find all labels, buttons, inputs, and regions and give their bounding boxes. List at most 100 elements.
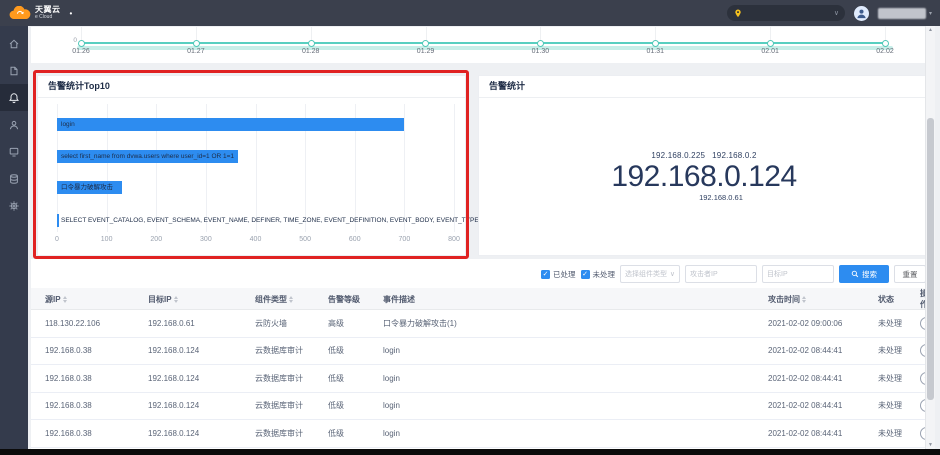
timeline-gridline <box>655 27 656 41</box>
sidebar-item-monitor[interactable] <box>0 138 28 165</box>
sort-icon[interactable] <box>63 296 67 303</box>
table-cell: 192.168.0.38 <box>45 374 148 383</box>
timeline-dot[interactable] <box>652 40 659 47</box>
vertical-scrollbar[interactable]: ▲ ▼ <box>925 26 935 449</box>
table-cell: 低级 <box>328 400 383 411</box>
sidebar-item-settings[interactable] <box>0 192 28 219</box>
sidebar-item-alerts[interactable] <box>0 84 28 111</box>
brand-logo[interactable]: 天翼云 e Cloud • <box>8 6 72 20</box>
table-cell: 2021-02-02 08:44:41 <box>768 374 878 383</box>
component-type-select[interactable]: 选择组件类型 ∨ <box>620 265 680 283</box>
checkbox-label: 未处理 <box>593 269 616 280</box>
table-cell: 2021-02-02 08:44:41 <box>768 346 878 355</box>
alert-stats-panel: 告警统计 192.168.0.225 192.168.0.2 192.168.0… <box>478 75 930 256</box>
sidebar-item-security[interactable] <box>0 111 28 138</box>
sort-icon[interactable] <box>289 296 293 303</box>
monitor-icon <box>8 146 20 158</box>
brand-dot: • <box>70 9 73 18</box>
timeline-origin-label: 0 <box>61 37 77 44</box>
table-row: 192.168.0.38192.168.0.124云数据库审计低级login20… <box>31 365 930 393</box>
timeline-dot[interactable] <box>78 40 85 47</box>
avatar[interactable] <box>854 6 869 21</box>
scroll-down-icon[interactable]: ▼ <box>926 441 935 449</box>
chart-bar-label: select first_name from dvwa.users where … <box>61 150 234 163</box>
checkbox-processed[interactable]: ✓ 已处理 <box>541 269 576 280</box>
wordcloud-item[interactable]: 192.168.0.61 <box>699 194 743 202</box>
wordcloud-item-main[interactable]: 192.168.0.124 <box>611 162 796 192</box>
table-cell: 低级 <box>328 345 383 356</box>
table-cell: 未处理 <box>878 318 920 329</box>
table-cell: 2021-02-02 08:44:41 <box>768 401 878 410</box>
wordcloud-item[interactable]: 192.168.0.2 <box>712 152 756 160</box>
sidebar-item-assets[interactable] <box>0 57 28 84</box>
table-cell: 云数据库审计 <box>255 400 328 411</box>
column-header-label: 状态 <box>878 294 894 305</box>
scroll-up-icon[interactable]: ▲ <box>926 26 935 34</box>
timeline-gridline <box>81 27 82 41</box>
wordcloud-item[interactable]: 192.168.0.225 <box>651 152 705 160</box>
scrollbar-thumb[interactable] <box>927 118 934 400</box>
timeline-dot[interactable] <box>308 40 315 47</box>
sort-icon[interactable] <box>802 296 806 303</box>
checkbox-unprocessed[interactable]: ✓ 未处理 <box>581 269 616 280</box>
chevron-down-icon: ∨ <box>834 10 839 17</box>
table-cell: 未处理 <box>878 400 920 411</box>
x-axis-tick-label: 300 <box>200 236 212 243</box>
column-header[interactable]: 目标IP <box>148 294 255 305</box>
panel-title-stats: 告警统计 <box>479 76 929 98</box>
search-button[interactable]: 搜索 <box>839 265 889 283</box>
chart-bar <box>57 118 404 131</box>
column-header: 告警等级 <box>328 294 383 305</box>
column-header[interactable]: 源IP <box>45 294 148 305</box>
user-menu[interactable]: ▾ <box>878 8 932 19</box>
timeline-dot[interactable] <box>537 40 544 47</box>
panel-title-top10: 告警统计Top10 <box>38 76 465 98</box>
table-cell: 192.168.0.124 <box>148 374 255 383</box>
column-header[interactable]: 组件类型 <box>255 294 328 305</box>
document-icon <box>8 65 20 77</box>
table-cell: 云数据库审计 <box>255 373 328 384</box>
timeline-dot[interactable] <box>882 40 889 47</box>
timeline-dot[interactable] <box>422 40 429 47</box>
table-cell: 192.168.0.38 <box>45 346 148 355</box>
timeline-gridline <box>885 27 886 41</box>
table-cell: 云数据库审计 <box>255 428 328 439</box>
table-cell: 118.130.22.106 <box>45 319 148 328</box>
brand-subtitle: e Cloud <box>35 15 61 20</box>
table-cell: 口令暴力破解攻击(1) <box>383 318 768 329</box>
column-header: 状态 <box>878 294 920 305</box>
table-cell: 未处理 <box>878 373 920 384</box>
table-row: 118.130.22.106192.168.0.61云防火墙高级口令暴力破解攻击… <box>31 310 930 338</box>
chart-bar-label: 口令暴力破解攻击 <box>61 181 113 194</box>
table-row: 192.168.0.38192.168.0.124云数据库审计低级login20… <box>31 393 930 421</box>
user-caret-icon: ▾ <box>929 10 932 17</box>
reset-button[interactable]: 重置 <box>894 265 926 283</box>
timeline-dot[interactable] <box>193 40 200 47</box>
sidebar-item-home[interactable] <box>0 30 28 57</box>
x-axis-tick-label: 0 <box>55 236 59 243</box>
filter-bar: ✓ 已处理 ✓ 未处理 选择组件类型 ∨ 搜索 重置 <box>541 264 926 284</box>
top-navbar: 天翼云 e Cloud • ∨ ▾ <box>0 0 940 26</box>
table-cell: 高级 <box>328 318 383 329</box>
timeline-gridline <box>426 27 427 41</box>
table-cell: 未处理 <box>878 428 920 439</box>
window-bottom-edge <box>0 449 940 455</box>
table-cell: 云防火墙 <box>255 318 328 329</box>
column-header[interactable]: 攻击时间 <box>768 294 878 305</box>
target-ip-input[interactable] <box>762 265 834 283</box>
top10-x-axis: 0100200300400500600700800 <box>57 236 454 246</box>
timeline-tick-label: 01.30 <box>532 48 550 55</box>
table-cell: 192.168.0.38 <box>45 429 148 438</box>
region-selector[interactable]: ∨ <box>727 5 845 21</box>
username-redacted <box>878 8 926 19</box>
sort-icon[interactable] <box>174 296 178 303</box>
table-cell: 192.168.0.124 <box>148 401 255 410</box>
timeline-dot[interactable] <box>767 40 774 47</box>
attacker-ip-input[interactable] <box>685 265 757 283</box>
column-header-label: 告警等级 <box>328 294 360 305</box>
table-row: 192.168.0.38192.168.0.124云数据库审计低级login20… <box>31 420 930 448</box>
sidebar-item-database[interactable] <box>0 165 28 192</box>
table-cell: 192.168.0.124 <box>148 429 255 438</box>
location-pin-icon <box>733 8 743 19</box>
x-axis-tick-label: 700 <box>399 236 411 243</box>
